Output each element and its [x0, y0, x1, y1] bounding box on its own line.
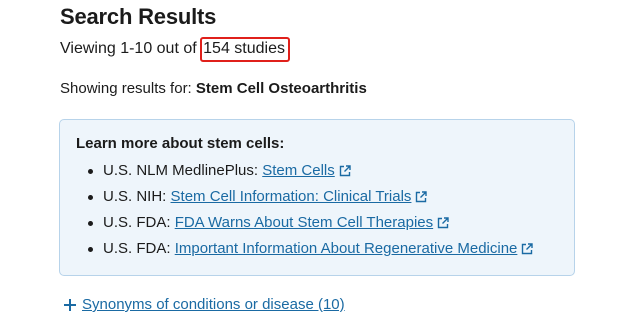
results-count-line: Viewing 1-10 out of 154 studies: [60, 37, 290, 62]
stem-cell-info-box: Learn more about stem cells: U.S. NLM Me…: [59, 119, 575, 276]
external-link-icon: [437, 214, 449, 236]
list-item: U.S. NLM MedlinePlus: Stem Cells: [86, 160, 533, 186]
nih-clinical-trials-link[interactable]: Stem Cell Information: Clinical Trials: [171, 188, 412, 205]
list-item: U.S. FDA: FDA Warns About Stem Cell Ther…: [86, 212, 533, 238]
link-source: U.S. NLM MedlinePlus:: [103, 162, 259, 179]
info-box-title: Learn more about stem cells:: [76, 135, 285, 152]
query-line: Showing results for: Stem Cell Osteoarth…: [60, 78, 367, 100]
info-link-list: U.S. NLM MedlinePlus: Stem Cells U.S. NI…: [86, 160, 534, 264]
search-query: Stem Cell Osteoarthritis: [195, 80, 367, 97]
study-count-highlight: 154 studies: [200, 37, 290, 62]
synonyms-link[interactable]: Synonyms of conditions or disease (10): [82, 296, 345, 313]
viewing-prefix: Viewing 1-10 out of: [60, 40, 197, 57]
external-link-icon: [521, 240, 534, 262]
link-source: U.S. FDA:: [103, 214, 171, 231]
fda-warns-link[interactable]: FDA Warns About Stem Cell Therapies: [175, 214, 433, 231]
medlineplus-stem-cells-link[interactable]: Stem Cells: [262, 162, 335, 179]
link-source: U.S. NIH:: [103, 188, 167, 205]
study-count: 154 studies: [203, 40, 285, 57]
list-item: U.S. FDA: Important Information About Re…: [86, 238, 534, 264]
external-link-icon: [339, 162, 351, 184]
showing-prefix: Showing results for:: [60, 80, 192, 97]
external-link-icon: [415, 188, 428, 210]
synonyms-toggle[interactable]: Synonyms of conditions or disease (10): [63, 294, 345, 319]
regenerative-medicine-link[interactable]: Important Information About Regenerative…: [175, 240, 518, 257]
plus-icon: [63, 297, 77, 319]
list-item: U.S. NIH: Stem Cell Information: Clinica…: [86, 186, 533, 212]
link-source: U.S. FDA:: [103, 240, 171, 257]
page-title: Search Results: [60, 4, 217, 29]
